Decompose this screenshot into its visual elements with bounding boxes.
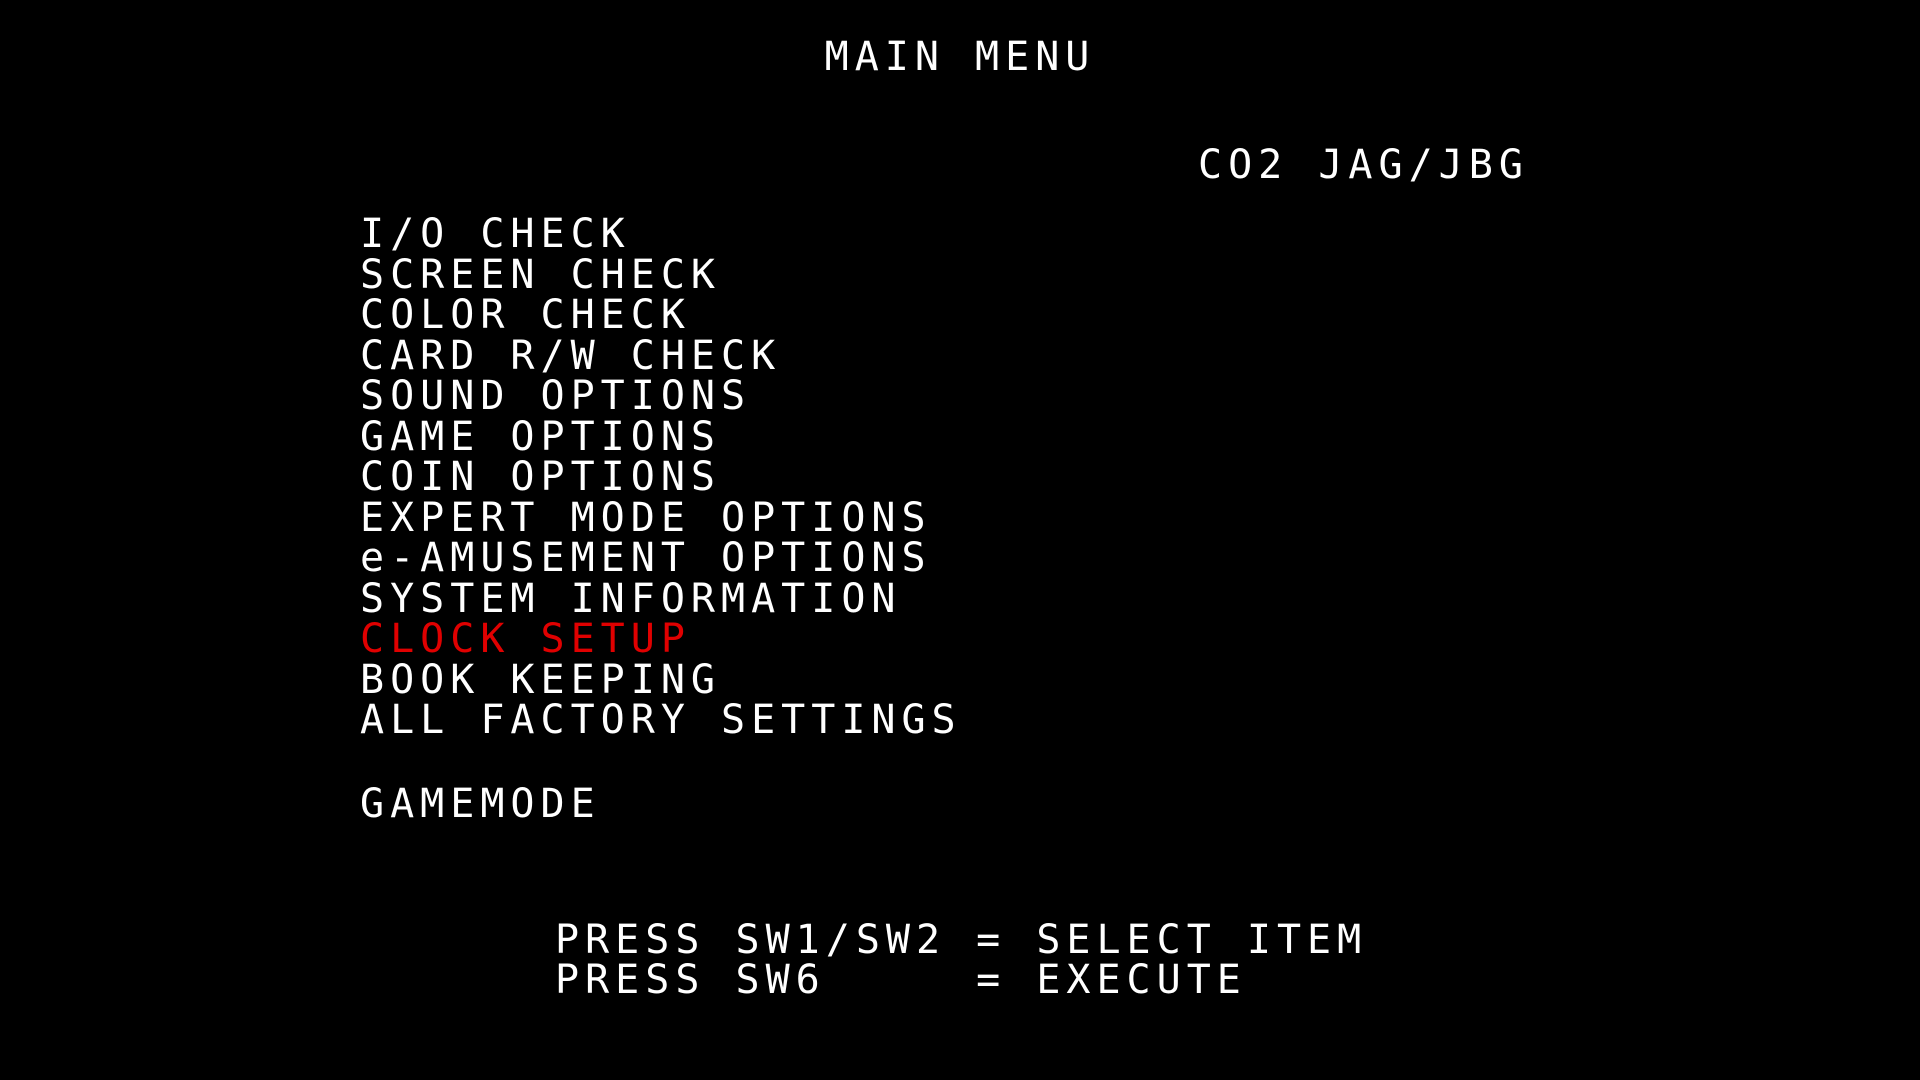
menu-item-expert-mode-options[interactable]: EXPERT MODE OPTIONS [360,497,962,539]
menu-item-game-options[interactable]: GAME OPTIONS [360,416,962,458]
menu-item-gamemode[interactable]: GAMEMODE [360,784,601,825]
menu-item-all-factory-settings[interactable]: ALL FACTORY SETTINGS [360,700,962,741]
menu-item-card-rw-check[interactable]: CARD R/W CHECK [360,335,962,377]
menu-item-color-check[interactable]: COLOR CHECK [360,295,962,336]
menu-item-clock-setup[interactable]: CLOCK SETUP [360,619,962,660]
menu-item-screen-check[interactable]: SCREEN CHECK [360,254,962,296]
menu-item-io-check[interactable]: I/O CHECK [360,214,962,255]
instructions-block: PRESS SW1/SW2 = SELECT ITEM PRESS SW6 = … [555,920,1367,1000]
menu-item-sound-options[interactable]: SOUND OPTIONS [360,376,962,417]
menu-item-e-amusement-options[interactable]: e-AMUSEMENT OPTIONS [360,538,962,579]
service-menu-screen: MAIN MENU CO2 JAG/JBG I/O CHECK SCREEN C… [0,0,1920,1080]
version-label: CO2 JAG/JBG [1198,142,1529,188]
main-menu-list: I/O CHECK SCREEN CHECK COLOR CHECK CARD … [360,214,962,741]
menu-item-system-information[interactable]: SYSTEM INFORMATION [360,578,962,620]
page-title: MAIN MENU [824,34,1096,80]
instruction-select: PRESS SW1/SW2 = SELECT ITEM [555,917,1368,963]
menu-item-book-keeping[interactable]: BOOK KEEPING [360,659,962,701]
menu-item-coin-options[interactable]: COIN OPTIONS [360,457,962,498]
instruction-execute: PRESS SW6 = EXECUTE [555,957,1247,1003]
